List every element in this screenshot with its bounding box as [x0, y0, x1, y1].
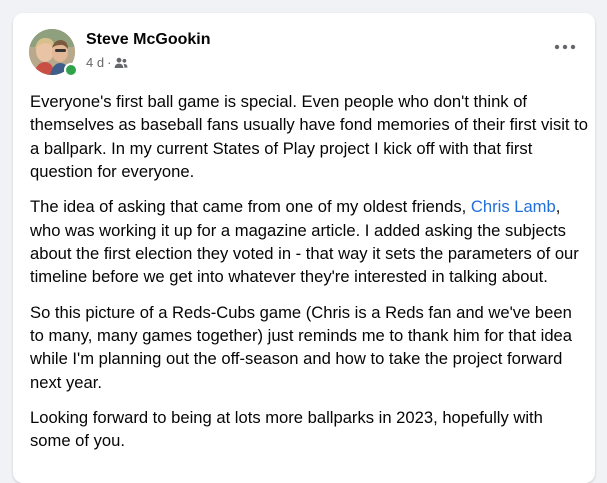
post-meta: 4 d · — [86, 55, 128, 70]
post-text: Everyone's first ball game is special. E… — [30, 90, 588, 465]
friends-icon[interactable] — [114, 57, 128, 69]
post-paragraph-2: The idea of asking that came from one of… — [30, 195, 588, 288]
post-paragraph-4: Looking forward to being at lots more ba… — [30, 408, 543, 451]
tagged-friend-link[interactable]: Chris Lamb — [471, 197, 556, 216]
post-paragraph-3: So this picture of a Reds-Cubs game (Chr… — [30, 302, 573, 392]
post-paragraph-1: Everyone's first ball game is special. E… — [30, 92, 588, 181]
online-status-dot — [64, 63, 78, 77]
meta-separator: · — [107, 55, 112, 70]
more-options-icon[interactable] — [547, 35, 583, 59]
post-card: Steve McGookin 4 d · Everyone's first ba… — [13, 13, 595, 483]
author-name[interactable]: Steve McGookin — [86, 31, 210, 49]
post-timestamp[interactable]: 4 d — [86, 55, 104, 70]
post-header: Steve McGookin 4 d · — [13, 13, 595, 83]
paragraph-text: The idea of asking that came from one of… — [30, 197, 471, 217]
